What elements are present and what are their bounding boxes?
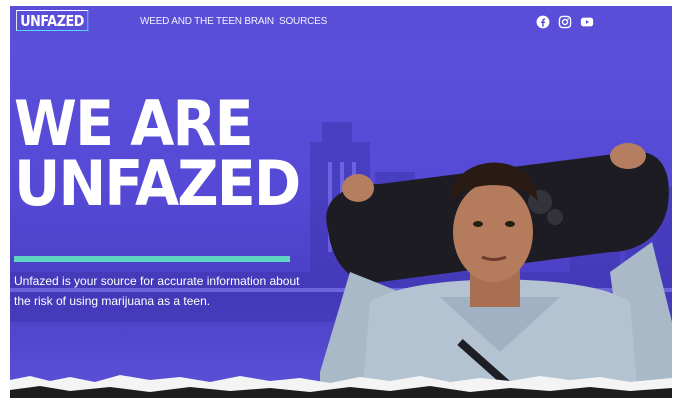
youtube-icon[interactable] — [580, 15, 594, 29]
hero-heading-line2: UNFAZED — [14, 147, 301, 220]
hero-section: WE ARE UNFAZED Unfazed is your source fo… — [10, 42, 672, 398]
top-navbar: UNFAZED WEED AND THE TEEN BRAIN SOURCES — [10, 6, 672, 42]
teen-with-skateboard-photo — [320, 143, 672, 398]
hero-description: Unfazed is your source for accurate info… — [14, 274, 300, 308]
nav-link-sources[interactable]: SOURCES — [279, 16, 327, 27]
torn-paper-edge — [10, 375, 672, 398]
facebook-icon[interactable] — [536, 15, 550, 29]
hero-heading-line1: WE ARE — [14, 87, 254, 160]
hero-heading: WE ARE UNFAZED — [14, 87, 301, 220]
hero-accent-bar — [14, 256, 290, 262]
logo[interactable]: UNFAZED — [16, 10, 89, 31]
instagram-icon[interactable] — [558, 15, 572, 29]
nav-link-weed-and-teen-brain[interactable]: WEED AND THE TEEN BRAIN — [140, 16, 274, 27]
page-frame: UNFAZED WEED AND THE TEEN BRAIN SOURCES — [10, 6, 672, 398]
